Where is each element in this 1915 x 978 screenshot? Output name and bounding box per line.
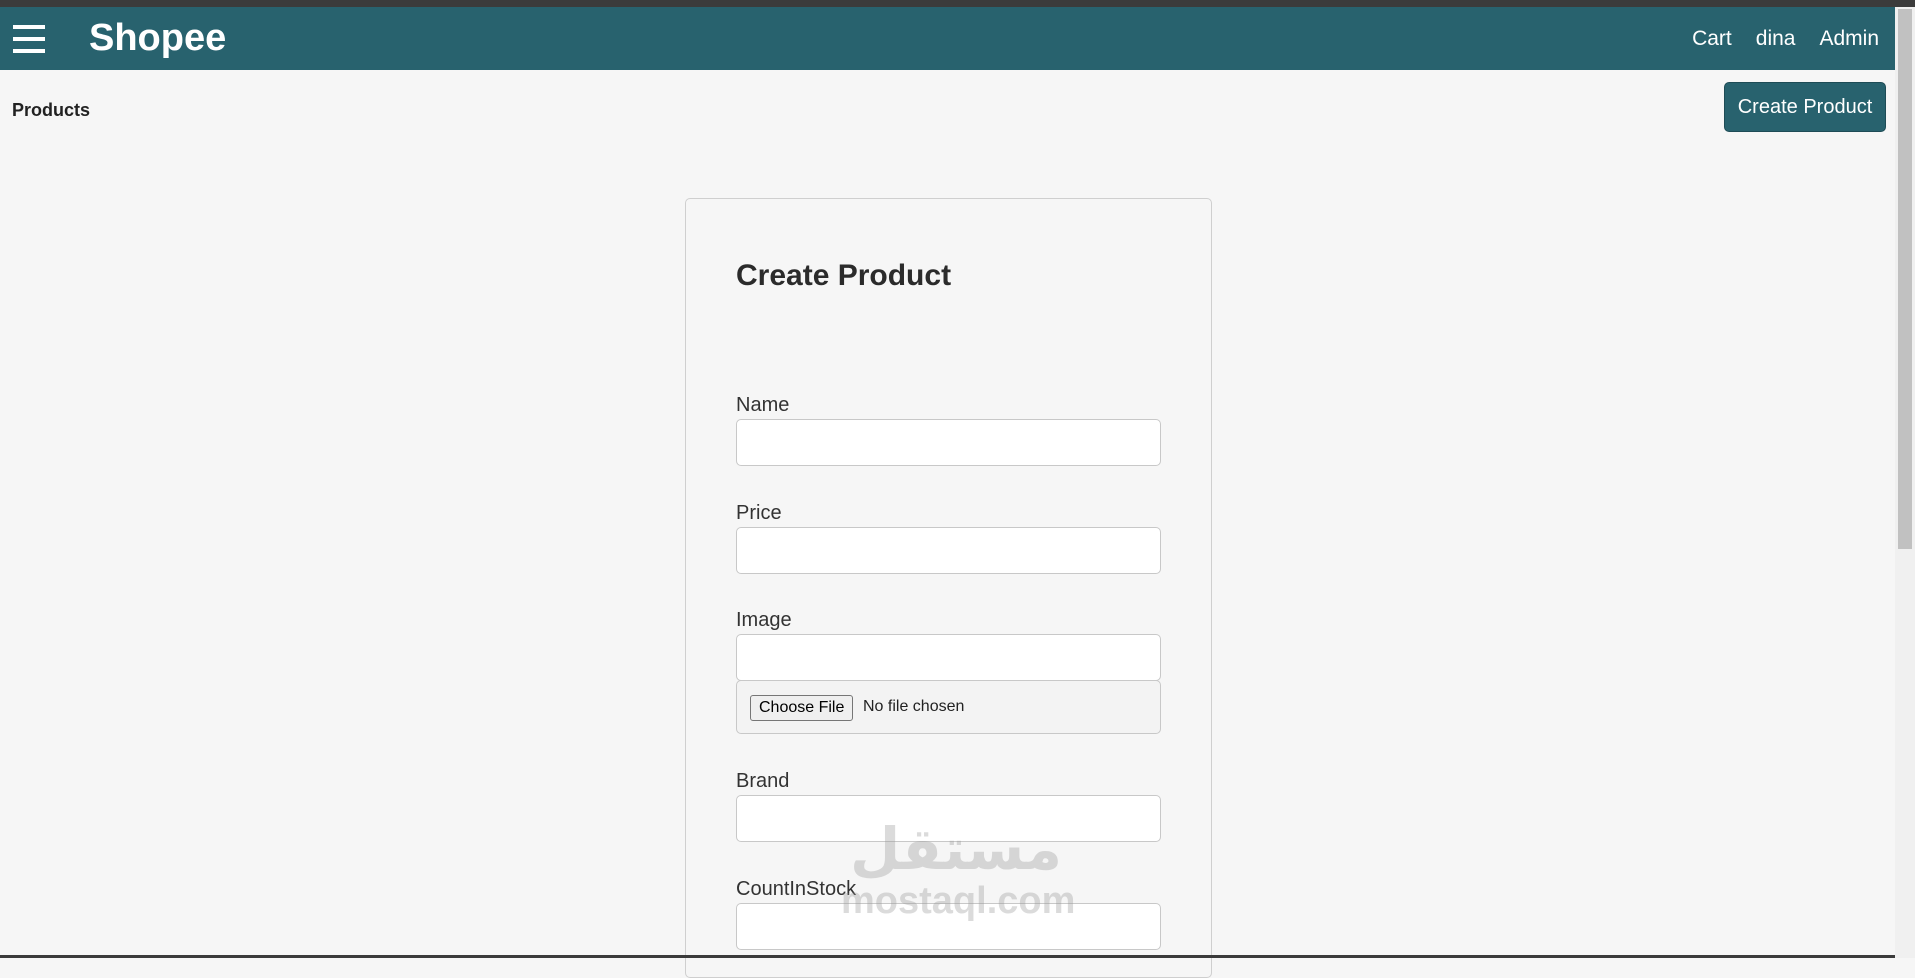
- create-product-form: Create Product Name Price Image Choose F…: [685, 198, 1212, 978]
- brand-input[interactable]: [736, 795, 1161, 842]
- scrollbar-thumb[interactable]: [1898, 9, 1912, 549]
- file-status: No file chosen: [863, 698, 965, 715]
- choose-file-button[interactable]: Choose File: [750, 695, 854, 721]
- count-in-stock-input[interactable]: [736, 903, 1161, 950]
- form-title: Create Product: [736, 259, 952, 292]
- price-input[interactable]: [736, 527, 1161, 574]
- window-top-border: [0, 0, 1915, 7]
- nav-cart-link[interactable]: Cart: [1692, 27, 1732, 51]
- image-input[interactable]: [736, 634, 1161, 681]
- top-nav: Cart dina Admin: [1692, 27, 1879, 51]
- name-input[interactable]: [736, 419, 1161, 466]
- page-scrollbar[interactable]: [1895, 7, 1915, 958]
- price-label: Price: [736, 502, 782, 524]
- app-header: Shopee Cart dina Admin: [0, 7, 1895, 70]
- brand-label: Brand: [736, 770, 790, 792]
- nav-admin-link[interactable]: Admin: [1819, 27, 1879, 51]
- count-in-stock-label: CountInStock: [736, 878, 857, 900]
- hamburger-menu-icon[interactable]: [13, 25, 45, 53]
- brand-logo[interactable]: Shopee: [89, 19, 226, 57]
- image-file-picker: Choose File No file chosen: [736, 680, 1161, 734]
- create-product-button[interactable]: Create Product: [1724, 82, 1886, 132]
- breadcrumb: Products: [12, 100, 91, 120]
- image-label: Image: [736, 609, 792, 631]
- name-label: Name: [736, 394, 790, 416]
- nav-user-link[interactable]: dina: [1756, 27, 1796, 51]
